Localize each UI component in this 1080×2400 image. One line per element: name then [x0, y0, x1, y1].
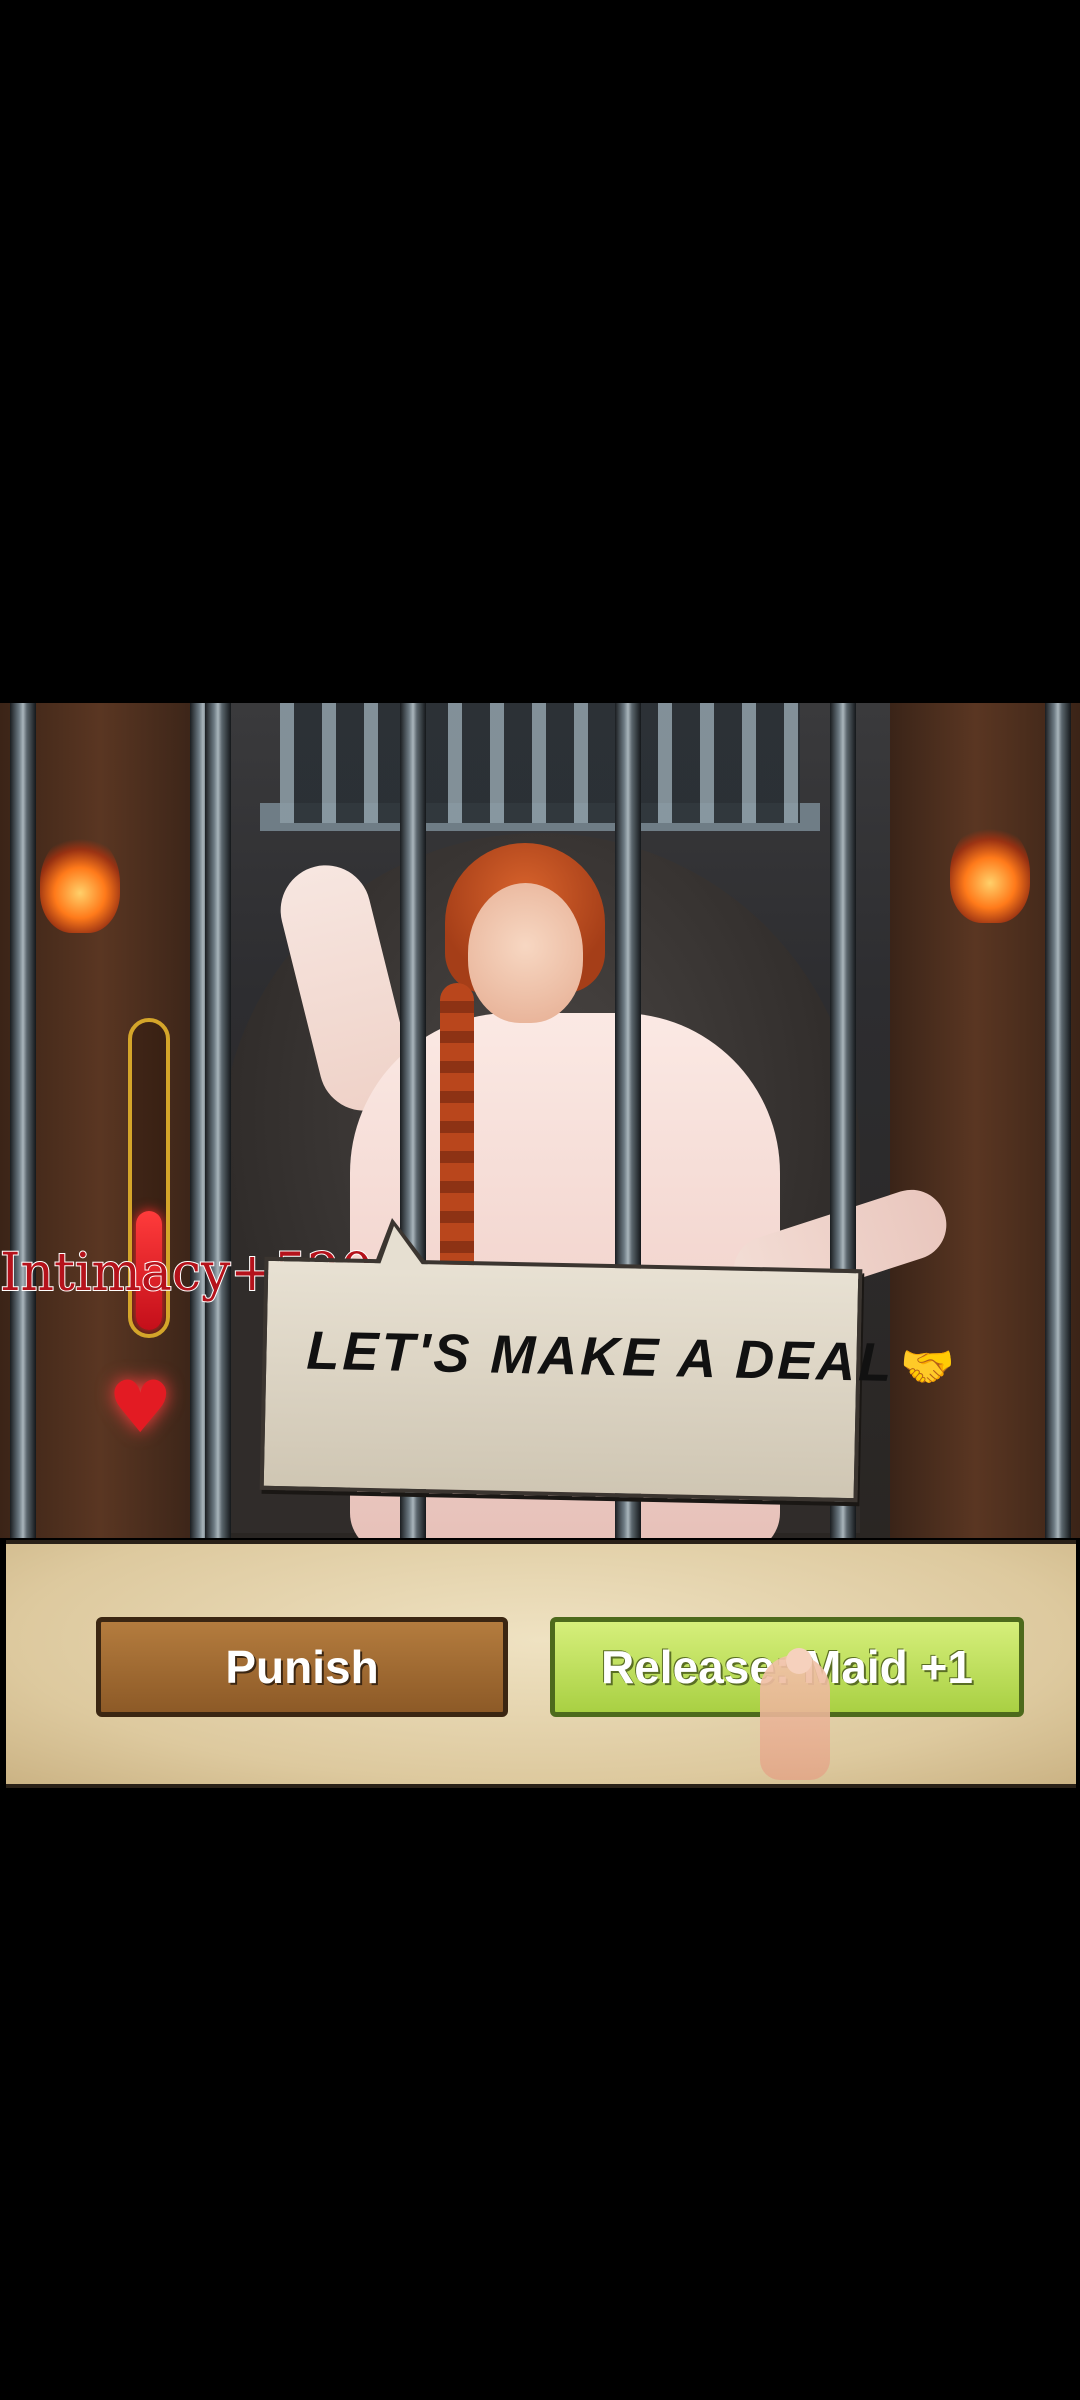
torch-left-icon: [40, 833, 120, 933]
cell-bar: [10, 703, 36, 1538]
handshake-icon: 🤝: [899, 1342, 959, 1393]
game-scene: ♥ Intimacy+520 LET'S MAKE A DEAL 🤝: [0, 703, 1080, 1538]
punish-button[interactable]: Punish: [96, 1617, 508, 1717]
speech-bubble-text: LET'S MAKE A DEAL: [305, 1320, 895, 1393]
cell-bar: [205, 703, 231, 1538]
heart-icon: ♥: [108, 1365, 173, 1449]
speech-bubble: LET'S MAKE A DEAL 🤝: [259, 1256, 958, 1503]
character-face: [468, 883, 583, 1023]
tutorial-finger-tip: [786, 1648, 812, 1674]
torch-right-icon: [950, 823, 1030, 923]
speech-bubble-tail-fill: [378, 1226, 426, 1270]
cell-bar: [1045, 703, 1071, 1538]
gate-top: [280, 703, 800, 823]
choice-panel: Punish Release: Maid +1: [6, 1540, 1076, 1788]
tutorial-finger-icon: [760, 1655, 830, 1780]
